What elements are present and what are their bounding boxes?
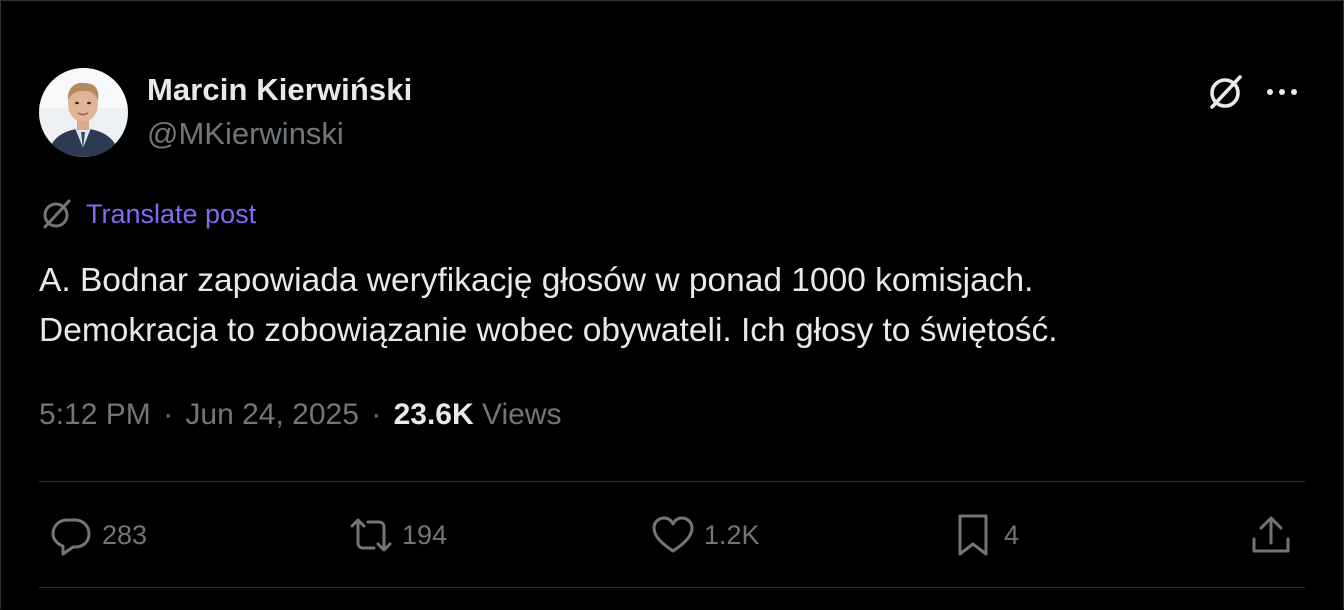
- divider: [39, 481, 1305, 482]
- meta-separator: ·: [163, 398, 174, 431]
- like-button[interactable]: 1.2K: [650, 511, 760, 559]
- post-text-line: Demokracja to zobowiązanie wobec obywate…: [39, 312, 1058, 349]
- post-time[interactable]: 5:12 PM: [39, 398, 151, 431]
- post-meta: 5:12 PM · Jun 24, 2025 · 23.6K Views: [39, 398, 561, 432]
- author-display-name[interactable]: Marcin Kierwiński: [147, 72, 412, 108]
- bookmark-button[interactable]: 4: [950, 511, 1019, 559]
- meta-separator: ·: [371, 398, 382, 431]
- reply-icon: [48, 512, 94, 558]
- share-icon: [1248, 512, 1294, 558]
- profile-photo: [39, 68, 128, 157]
- translate-post-link[interactable]: Translate post: [40, 197, 256, 231]
- bookmark-count: 4: [1004, 519, 1020, 550]
- post-text: A. Bodnar zapowiada weryfikację głosów w…: [39, 256, 1299, 356]
- avatar[interactable]: [39, 68, 128, 157]
- like-count: 1.2K: [704, 519, 760, 550]
- repost-count: 194: [402, 519, 448, 550]
- grok-button[interactable]: [1204, 72, 1248, 112]
- reply-button[interactable]: 283: [48, 511, 147, 559]
- more-dots-icon: [1267, 89, 1297, 95]
- repost-icon: [348, 512, 394, 558]
- grok-icon: [40, 197, 74, 231]
- views-label: Views: [482, 398, 562, 431]
- views-count[interactable]: 23.6K: [394, 398, 474, 431]
- share-button[interactable]: [1248, 511, 1294, 559]
- grok-icon: [1210, 75, 1242, 109]
- divider: [39, 587, 1305, 588]
- bookmark-icon: [950, 512, 996, 558]
- translate-label[interactable]: Translate post: [86, 199, 256, 230]
- author-handle[interactable]: @MKierwinski: [147, 116, 344, 152]
- like-icon: [650, 512, 696, 558]
- repost-button[interactable]: 194: [348, 511, 447, 559]
- post-date[interactable]: Jun 24, 2025: [185, 398, 358, 431]
- reply-count: 283: [102, 519, 148, 550]
- post-text-line: A. Bodnar zapowiada weryfikację głosów w…: [39, 262, 1034, 299]
- more-options-button[interactable]: [1262, 72, 1302, 112]
